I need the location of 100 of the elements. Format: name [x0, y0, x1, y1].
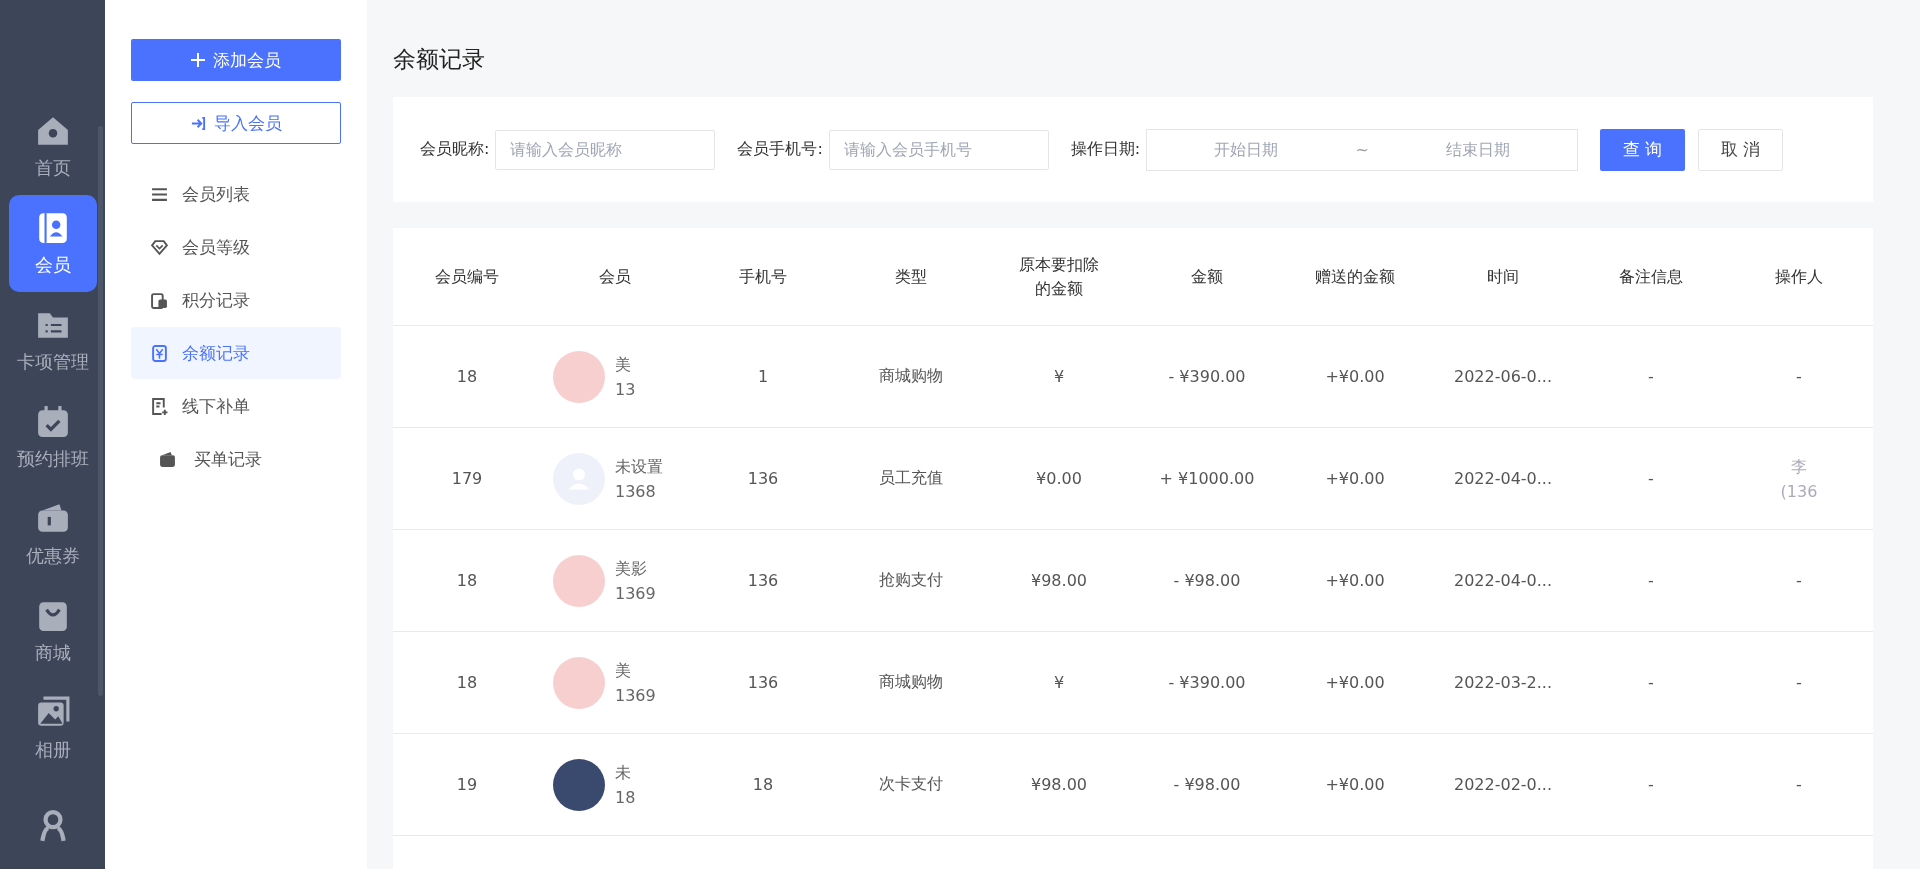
import-member-button[interactable]: 导入会员 — [131, 102, 341, 144]
member-name: 美 — [615, 660, 631, 682]
table-cell-text: - — [1647, 775, 1655, 794]
column-header: 原本要扣除的金额 — [1018, 253, 1100, 300]
column-header: 会员 — [598, 265, 632, 288]
menu-item[interactable]: 积分记录 — [131, 274, 341, 326]
table-cell-text: 员工充值 — [878, 468, 944, 489]
table-cell-text: ¥98.00 — [1030, 775, 1088, 794]
nav-item[interactable]: 优惠券 — [8, 486, 97, 583]
member-phone: 13 — [615, 379, 636, 399]
menu-item[interactable]: 线下补单 — [131, 380, 341, 432]
page-title: 余额记录 — [393, 45, 486, 74]
table-cell-text: 136 — [746, 571, 780, 590]
plus-icon — [191, 53, 205, 67]
menu-item[interactable]: 余额记录 — [131, 327, 341, 379]
yen-icon — [151, 344, 168, 362]
phone-field[interactable]: 请输入会员手机号 — [828, 129, 1049, 170]
member-phone: 1368 — [615, 481, 656, 501]
menu-item[interactable]: 买单记录 — [131, 433, 341, 485]
member-phone: 1369 — [615, 685, 656, 705]
table-cell-text: 136 — [746, 469, 780, 488]
table-cell-text: - — [1647, 571, 1655, 590]
table-cell-text: 2022-04-0... — [1452, 469, 1554, 488]
member-phone: 1369 — [615, 583, 656, 603]
date-label: 操作日期: — [1070, 139, 1141, 160]
clipboard-icon — [151, 291, 168, 309]
column-header: 备注信息 — [1618, 265, 1684, 288]
phone-label: 会员手机号: — [737, 139, 823, 160]
operator-phone: (136 — [1780, 481, 1818, 501]
table-cell-text: 商城购物 — [878, 366, 944, 387]
table-cell-text: ¥0.00 — [1035, 469, 1083, 488]
cancel-button[interactable]: 取 消 — [1698, 128, 1784, 171]
table-cell-text: +¥0.00 — [1324, 571, 1386, 590]
photo-placeholder — [553, 758, 605, 811]
table-cell-text: 19 — [455, 775, 479, 794]
member-name: 美影 — [615, 558, 647, 580]
column-header: 会员编号 — [434, 265, 500, 288]
table-cell-text: - — [1647, 673, 1655, 692]
end-date-field[interactable]: 结束日期 — [1378, 139, 1578, 160]
table-cell-text: 2022-04-0... — [1452, 571, 1554, 590]
table-cell-text: ¥ — [1052, 673, 1066, 692]
table-cell-text: 18 — [751, 775, 775, 794]
nickname-label: 会员昵称: — [420, 139, 490, 160]
column-header: 手机号 — [738, 265, 788, 288]
nav-item[interactable]: 相册 — [8, 680, 97, 777]
table-cell-text: ¥98.00 — [1030, 571, 1088, 590]
table-cell-text: 2022-02-0... — [1452, 775, 1554, 794]
operator-name: - — [1796, 673, 1802, 692]
member-name: 未 — [615, 762, 631, 784]
nav-item[interactable]: 商城 — [8, 583, 97, 680]
avatar-icon — [553, 350, 605, 403]
table-cell-text: ¥ — [1052, 367, 1066, 386]
table-cell-text: +¥0.00 — [1324, 469, 1386, 488]
table-cell-text: 商城购物 — [878, 672, 944, 693]
table-cell-text: - ¥390.00 — [1167, 367, 1247, 386]
table-cell-text: 次卡支付 — [878, 774, 944, 795]
nav-item[interactable]: 卡项管理 — [8, 292, 97, 389]
table-cell-text: - ¥98.00 — [1172, 775, 1242, 794]
operator-name: 李 — [1791, 456, 1807, 478]
table-cell-text: - — [1647, 469, 1655, 488]
nickname-field[interactable]: 请输入会员昵称 — [495, 129, 716, 170]
member-name: 美 — [615, 354, 631, 376]
column-header: 时间 — [1486, 265, 1520, 288]
operator-name: - — [1796, 571, 1802, 590]
avatar-icon — [553, 554, 605, 607]
nav-item[interactable]: 会员 — [8, 195, 97, 292]
operator-name: - — [1796, 775, 1802, 794]
wallet-icon — [159, 450, 176, 468]
nav-item[interactable]: 预约排班 — [8, 389, 97, 486]
table-cell-text: 2022-06-0... — [1452, 367, 1554, 386]
diamond-icon — [151, 238, 168, 256]
table-cell-text: - ¥98.00 — [1172, 571, 1242, 590]
table-cell-text: - — [1647, 367, 1655, 386]
operator-name: - — [1796, 367, 1802, 386]
table-cell-text: 18 — [455, 673, 479, 692]
table-cell-text: 136 — [746, 673, 780, 692]
start-date-field[interactable]: 开始日期 — [1147, 139, 1346, 160]
menu-item[interactable]: 会员列表 — [131, 168, 341, 220]
column-header: 金额 — [1190, 265, 1224, 288]
calendar-icon — [35, 404, 70, 439]
table-cell-text: +¥0.00 — [1324, 775, 1386, 794]
menu-item[interactable]: 会员等级 — [131, 221, 341, 273]
table-cell-text: 18 — [455, 367, 479, 386]
table-cell-text: 18 — [455, 571, 479, 590]
query-button[interactable]: 查 询 — [1600, 128, 1686, 171]
member-phone: 18 — [615, 787, 636, 807]
table-cell-text: - ¥390.00 — [1167, 673, 1247, 692]
list-icon — [151, 185, 168, 203]
nav-item[interactable]: 首页 — [8, 98, 97, 195]
table-cell-text: +¥0.00 — [1324, 367, 1386, 386]
table-cell-text: 179 — [450, 469, 484, 488]
column-header: 赠送的金额 — [1314, 265, 1396, 288]
table-cell-text: 1 — [756, 367, 770, 386]
add-member-button[interactable]: 添加会员 — [131, 39, 341, 81]
doc-plus-icon — [151, 397, 168, 415]
range-separator: ~ — [1354, 140, 1370, 159]
table-cell-text: 2022-03-2... — [1452, 673, 1554, 692]
table-cell-text: +¥0.00 — [1324, 673, 1386, 692]
table-cell-text: 抢购支付 — [878, 570, 944, 591]
import-icon — [190, 115, 206, 131]
